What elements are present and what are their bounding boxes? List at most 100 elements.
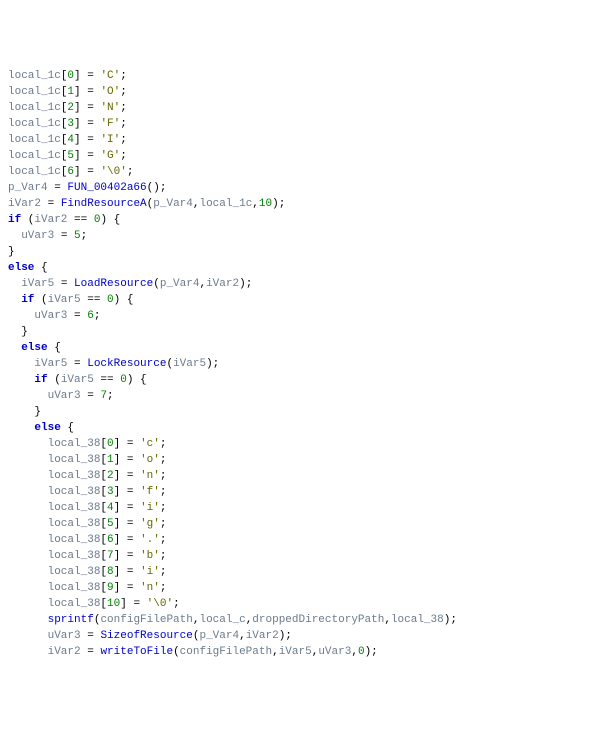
token-char: 'i' [140, 566, 160, 578]
token-var: local_1c [8, 70, 61, 82]
code-line: uVar3 = SizeofResource(p_Var4,iVar2); [8, 628, 581, 644]
token-punct: , [351, 646, 358, 658]
token-bracket: ] [74, 166, 81, 178]
token-punct: , [239, 630, 246, 642]
token-num: 0 [120, 374, 127, 386]
token-punct: { [61, 422, 74, 434]
token-punct: ; [120, 118, 127, 130]
token-punct: ; [160, 550, 167, 562]
token-char: '\0' [100, 166, 126, 178]
token-num: 9 [107, 582, 114, 594]
token-punct: ; [120, 86, 127, 98]
code-line: uVar3 = 5; [8, 228, 581, 244]
token-func: writeToFile [100, 646, 173, 658]
token-var: local_38 [48, 470, 101, 482]
code-line: else { [8, 260, 581, 276]
token-op: = [67, 310, 87, 322]
token-num: 6 [107, 534, 114, 546]
token-op: = [81, 70, 101, 82]
token-var: local_38 [48, 534, 101, 546]
token-punct: } [8, 246, 15, 258]
token-num: 1 [107, 454, 114, 466]
code-line: else { [8, 340, 581, 356]
token-op: = [120, 534, 140, 546]
token-func: LoadResource [74, 278, 153, 290]
token-op: = [120, 486, 140, 498]
token-char: 'n' [140, 582, 160, 594]
token-char: 'F' [100, 118, 120, 130]
code-line: local_38[4] = 'i'; [8, 500, 581, 516]
token-punct: } [34, 406, 41, 418]
token-punct: ; [120, 134, 127, 146]
token-var: iVar5 [21, 278, 54, 290]
token-punct: ( [173, 646, 180, 658]
token-var: iVar2 [246, 630, 279, 642]
token-num: 5 [74, 230, 81, 242]
token-punct: ) { [100, 214, 120, 226]
token-punct: ; [107, 390, 114, 402]
token-var: iVar5 [173, 358, 206, 370]
token-var: iVar5 [61, 374, 94, 386]
token-op: = [120, 518, 140, 530]
token-bracket: ] [74, 150, 81, 162]
token-op: = [81, 646, 101, 658]
token-func: FindResourceA [61, 198, 147, 210]
token-punct: ; [160, 566, 167, 578]
token-punct: , [384, 614, 391, 626]
token-bracket: ] [74, 118, 81, 130]
token-var: iVar5 [48, 294, 81, 306]
token-punct: , [252, 198, 259, 210]
token-num: 2 [107, 470, 114, 482]
token-var: iVar5 [34, 358, 67, 370]
token-char: 'n' [140, 470, 160, 482]
token-op: == [67, 214, 93, 226]
code-line: iVar5 = LockResource(iVar5); [8, 356, 581, 372]
token-punct: ); [444, 614, 457, 626]
code-line: } [8, 244, 581, 260]
token-var: local_1c [8, 102, 61, 114]
token-var: local_38 [48, 550, 101, 562]
token-var: local_1c [199, 198, 252, 210]
code-line: if (iVar5 == 0) { [8, 372, 581, 388]
token-var: uVar3 [318, 646, 351, 658]
token-num: 10 [259, 198, 272, 210]
token-kw: else [34, 422, 60, 434]
code-line: local_1c[3] = 'F'; [8, 116, 581, 132]
code-line: local_38[0] = 'c'; [8, 436, 581, 452]
code-line: local_38[6] = '.'; [8, 532, 581, 548]
token-op: = [81, 134, 101, 146]
token-func: sprintf [48, 614, 94, 626]
code-line: local_1c[2] = 'N'; [8, 100, 581, 116]
token-kw: if [8, 214, 21, 226]
code-line: p_Var4 = FUN_00402a66(); [8, 180, 581, 196]
token-op: = [120, 550, 140, 562]
token-op: = [120, 438, 140, 450]
code-line: local_38[3] = 'f'; [8, 484, 581, 500]
token-op: ( [21, 214, 34, 226]
token-punct: ( [153, 278, 160, 290]
token-kw: if [34, 374, 47, 386]
code-line: } [8, 404, 581, 420]
token-var: local_c [199, 614, 245, 626]
token-var: iVar2 [8, 198, 41, 210]
token-op: = [81, 118, 101, 130]
token-var: local_38 [48, 502, 101, 514]
token-var: uVar3 [21, 230, 54, 242]
token-func: FUN_00402a66 [67, 182, 146, 194]
token-var: uVar3 [48, 630, 81, 642]
token-op: = [120, 470, 140, 482]
token-num: 4 [107, 502, 114, 514]
code-line: local_38[1] = 'o'; [8, 452, 581, 468]
token-punct: ); [239, 278, 252, 290]
token-punct: ; [160, 454, 167, 466]
token-var: p_Var4 [153, 198, 193, 210]
token-punct: ; [120, 102, 127, 114]
token-num: 8 [107, 566, 114, 578]
token-punct: ; [160, 582, 167, 594]
code-line: if (iVar2 == 0) { [8, 212, 581, 228]
token-bracket: ] [74, 102, 81, 114]
token-op: = [54, 230, 74, 242]
token-punct: ; [120, 70, 127, 82]
token-punct: ); [365, 646, 378, 658]
token-punct: ; [120, 150, 127, 162]
